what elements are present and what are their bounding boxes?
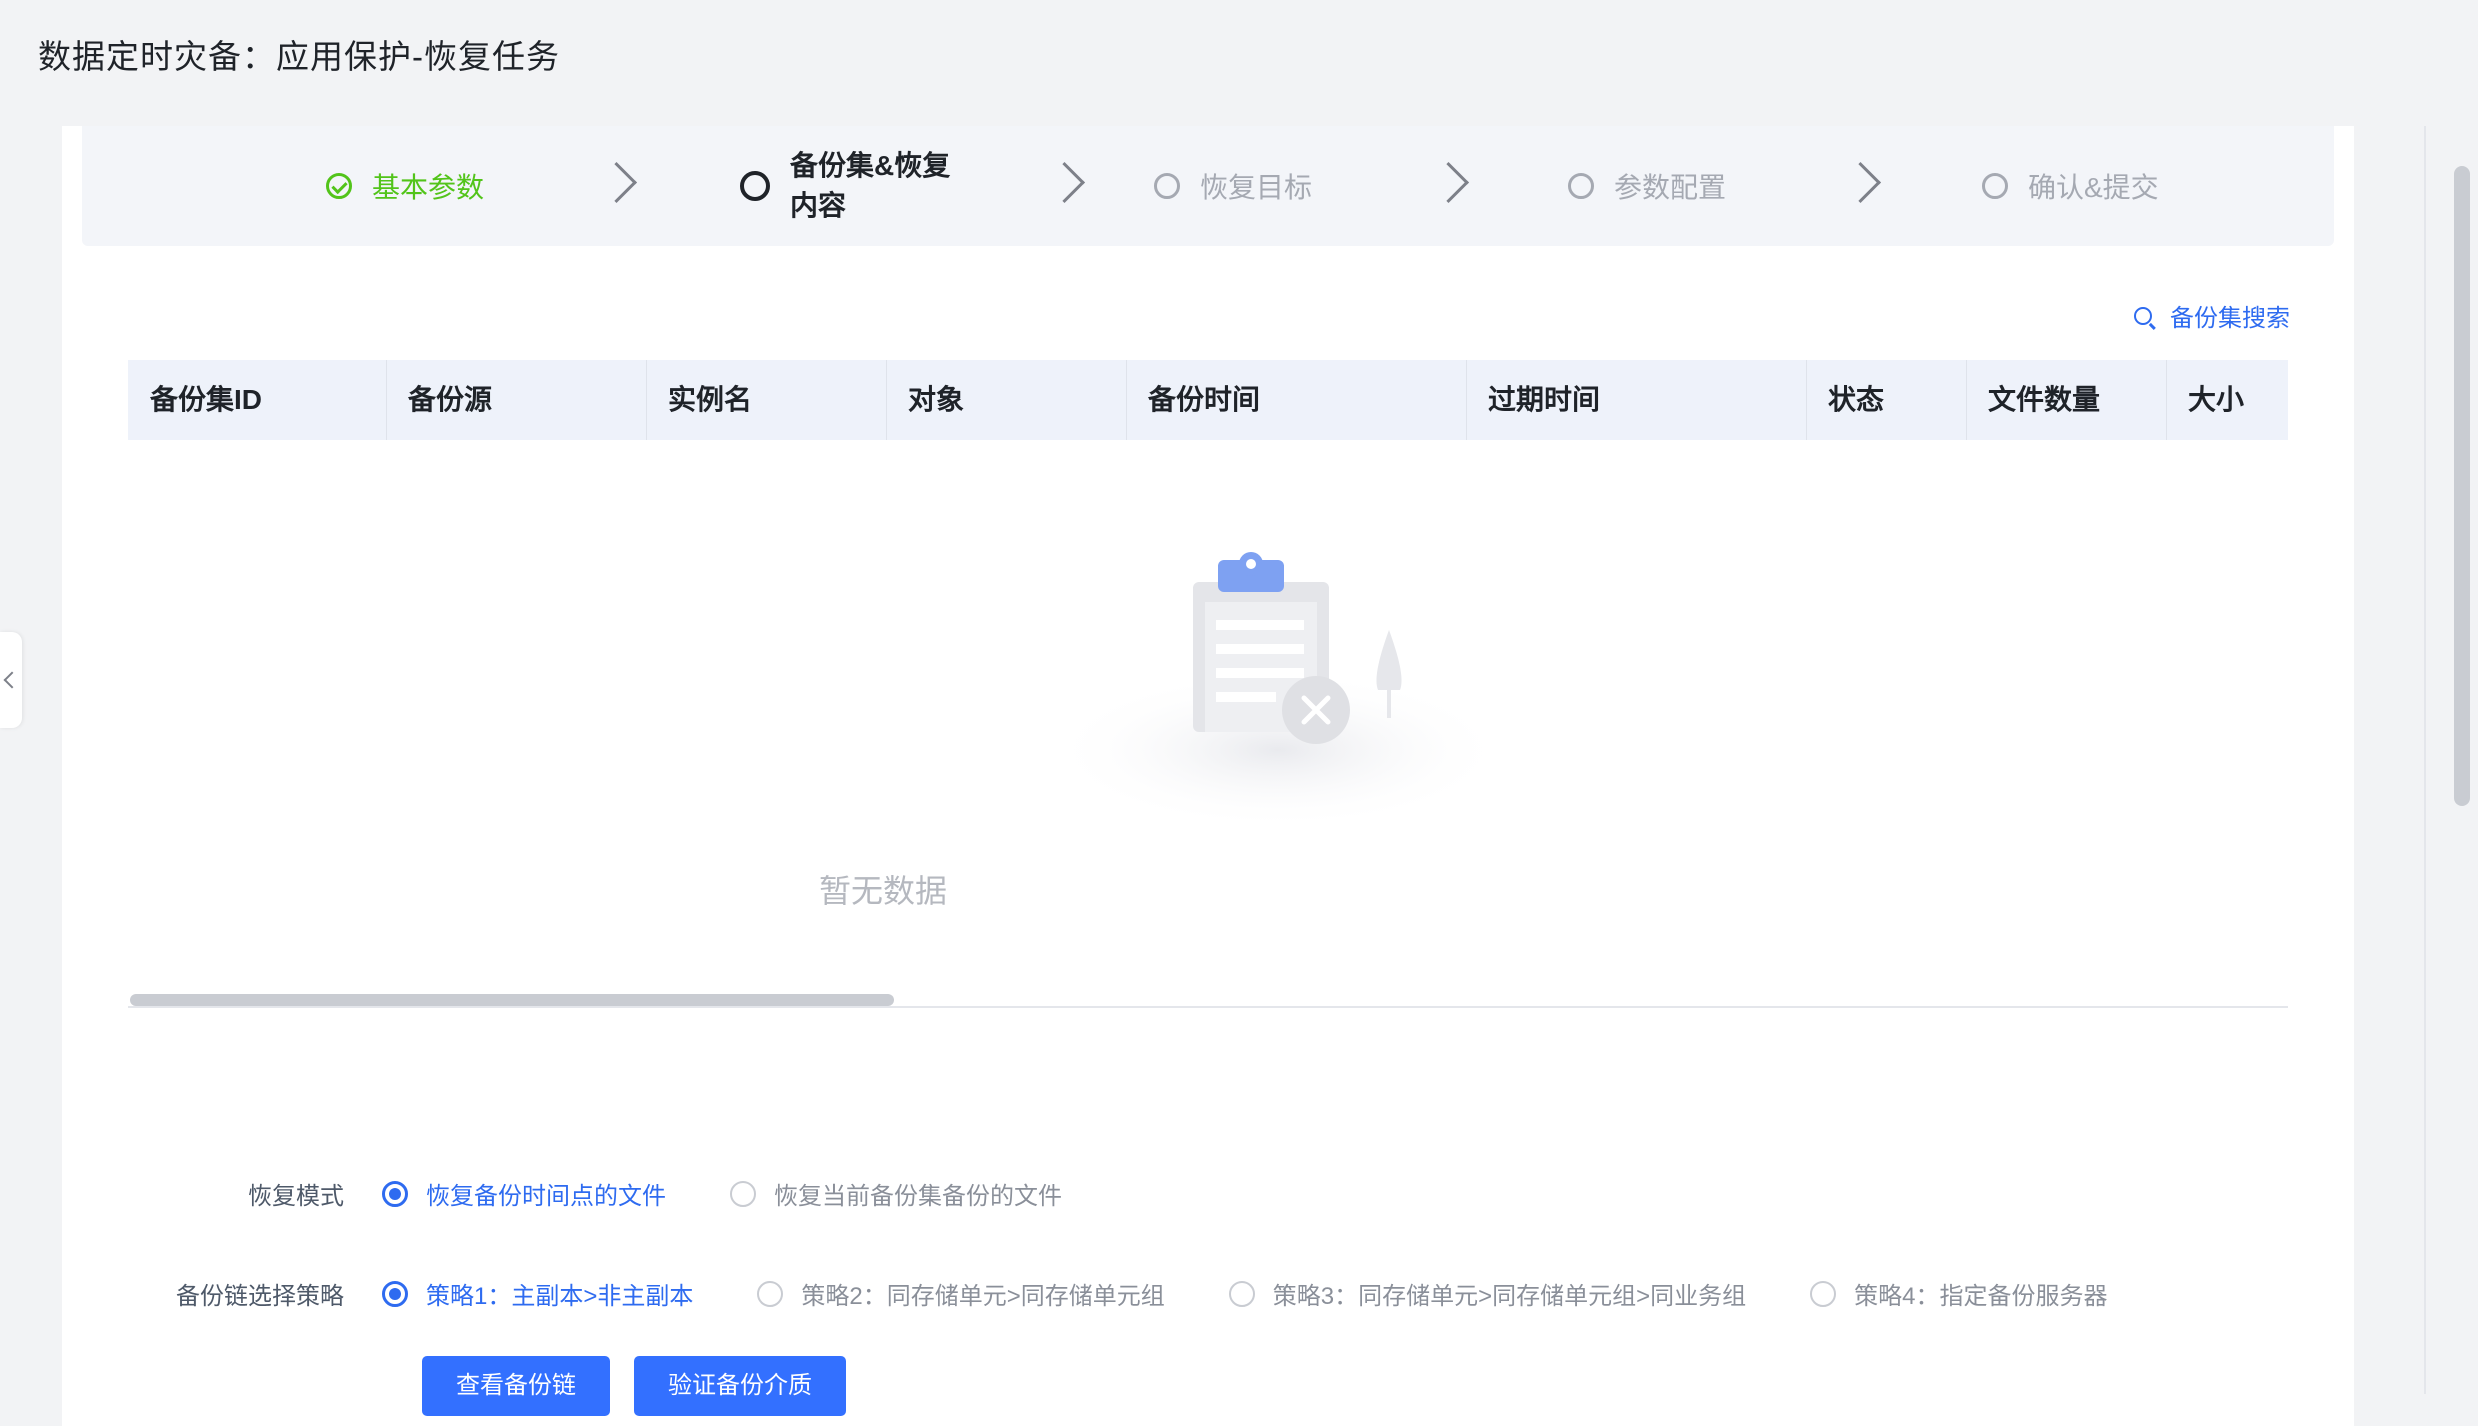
backup-set-search-link[interactable]: 备份集搜索 xyxy=(2134,298,2290,333)
radio-label: 策略1：主副本>非主副本 xyxy=(426,1283,694,1310)
verify-backup-media-button[interactable]: 验证备份介质 xyxy=(634,1356,846,1416)
chevron-right-icon xyxy=(595,161,638,204)
radio-unchecked-icon xyxy=(757,1280,784,1307)
column-header[interactable]: 对象 xyxy=(886,360,1126,440)
radio-label: 恢复当前备份集备份的文件 xyxy=(774,1183,1062,1210)
step-restore-target[interactable]: 恢复目标 xyxy=(1154,126,1312,246)
step-basic-params[interactable]: 基本参数 xyxy=(326,126,484,246)
step-label: 备份集&恢复 内容 xyxy=(790,146,980,226)
step-label-line1: 备份集&恢复 xyxy=(790,150,951,181)
radio-label: 恢复备份时间点的文件 xyxy=(426,1183,666,1210)
strategy-option-3[interactable]: 策略3：同存储单元>同存储单元组>同业务组 xyxy=(1228,1276,1747,1311)
step-confirm-submit[interactable]: 确认&提交 xyxy=(1982,126,2159,246)
step-backup-set-content[interactable]: 备份集&恢复 内容 xyxy=(740,126,980,246)
strategy-option-2[interactable]: 策略2：同存储单元>同存储单元组 xyxy=(757,1276,1165,1311)
step-label: 参数配置 xyxy=(1614,172,1727,203)
column-header[interactable]: 备份源 xyxy=(386,360,646,440)
view-backup-chain-button[interactable]: 查看备份链 xyxy=(422,1356,610,1416)
chevron-right-icon xyxy=(1839,161,1882,204)
step-label: 基本参数 xyxy=(372,172,485,203)
radio-label: 策略3：同存储单元>同存储单元组>同业务组 xyxy=(1272,1283,1747,1310)
strategy-option-4[interactable]: 策略4：指定备份服务器 xyxy=(1810,1276,2108,1311)
step-circle-icon xyxy=(1568,173,1594,199)
check-circle-icon xyxy=(326,173,352,199)
restore-mode-option-current-set[interactable]: 恢复当前备份集备份的文件 xyxy=(730,1176,1062,1211)
step-label: 恢复目标 xyxy=(1200,172,1313,203)
column-header[interactable]: 状态 xyxy=(1806,360,1966,440)
scrollbar-thumb[interactable] xyxy=(2454,166,2470,806)
table-header: 备份集ID 备份源 实例名 对象 备份时间 过期时间 状态 文件数量 大小 xyxy=(128,360,2288,440)
strategy-option-1[interactable]: 策略1：主副本>非主副本 xyxy=(382,1276,693,1311)
step-circle-icon xyxy=(740,171,770,201)
scrollbar-thumb[interactable] xyxy=(130,994,894,1006)
vertical-scrollbar[interactable] xyxy=(2424,126,2478,1394)
chevron-right-icon xyxy=(1043,161,1086,204)
radio-checked-icon xyxy=(382,1280,408,1307)
restore-mode-option-timepoint[interactable]: 恢复备份时间点的文件 xyxy=(382,1176,666,1211)
restore-mode-label: 恢复模式 xyxy=(248,1183,344,1210)
radio-unchecked-icon xyxy=(1810,1280,1837,1307)
page-title: 数据定时灾备：应用保护-恢复任务 xyxy=(38,38,560,75)
empty-clipboard-icon xyxy=(1048,552,1508,820)
search-icon xyxy=(2134,306,2152,325)
chain-strategy-row: 备份链选择策略 策略1：主副本>非主副本 策略2：同存储单元>同存储单元组 策略… xyxy=(62,1276,2172,1311)
step-indicator: 基本参数 备份集&恢复 内容 恢复目标 参数配置 确认&提交 xyxy=(82,126,2334,246)
radio-label: 策略2：同存储单元>同存储单元组 xyxy=(801,1283,1165,1310)
column-header[interactable]: 文件数量 xyxy=(1966,360,2166,440)
table-empty-state: 暂无数据 xyxy=(128,440,2288,1000)
empty-text: 暂无数据 xyxy=(818,873,947,909)
column-header[interactable]: 过期时间 xyxy=(1466,360,1806,440)
chain-strategy-label: 备份链选择策略 xyxy=(176,1283,344,1310)
step-label: 确认&提交 xyxy=(2028,172,2159,203)
scrollbar-track xyxy=(2424,126,2426,1394)
column-header[interactable]: 实例名 xyxy=(646,360,886,440)
radio-label: 策略4：指定备份服务器 xyxy=(1854,1283,2108,1310)
sidebar-collapse-handle[interactable] xyxy=(0,632,22,728)
search-label: 备份集搜索 xyxy=(2170,305,2290,332)
backup-set-table: 备份集ID 备份源 实例名 对象 备份时间 过期时间 状态 文件数量 大小 暂无… xyxy=(128,360,2288,1000)
radio-unchecked-icon xyxy=(730,1180,756,1207)
chevron-right-icon xyxy=(1427,161,1470,204)
step-circle-icon xyxy=(1154,173,1180,199)
column-header[interactable]: 大小 xyxy=(2166,360,2288,440)
step-label-line2: 内容 xyxy=(790,190,847,221)
horizontal-scrollbar[interactable] xyxy=(128,994,2288,1008)
radio-checked-icon xyxy=(382,1180,408,1207)
step-circle-icon xyxy=(1982,173,2008,199)
column-header[interactable]: 备份集ID xyxy=(128,360,386,440)
column-header[interactable]: 备份时间 xyxy=(1126,360,1466,440)
restore-mode-row: 恢复模式 恢复备份时间点的文件 恢复当前备份集备份的文件 xyxy=(62,1176,1126,1211)
step-param-config[interactable]: 参数配置 xyxy=(1568,126,1726,246)
radio-unchecked-icon xyxy=(1228,1280,1255,1307)
main-card: 基本参数 备份集&恢复 内容 恢复目标 参数配置 确认&提交 备份集搜索 备份集… xyxy=(62,126,2354,1426)
